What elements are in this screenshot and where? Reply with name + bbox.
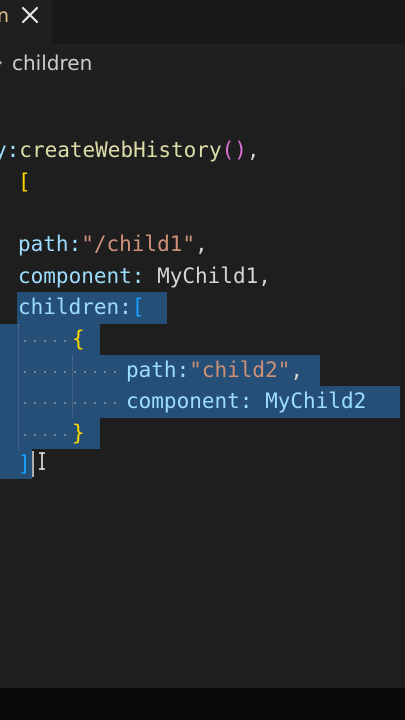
code-line-10: } [72, 421, 85, 445]
code-line-2: [ [18, 170, 31, 194]
code-editor[interactable]: y:createWebHistory(), [ path:"/child1", … [0, 84, 405, 688]
code-line-4: path:"/child1", [18, 232, 208, 256]
i-beam-cursor-icon [39, 452, 45, 470]
breadcrumb-item-children[interactable]: children [12, 51, 92, 75]
code-line-6: children:[ [18, 295, 145, 319]
whitespace-dots [20, 340, 70, 342]
code-line-8: path:"child2", [126, 358, 304, 382]
code-line-7: { [72, 327, 85, 351]
text-cursor [32, 451, 34, 477]
breadcrumb: › children [0, 44, 405, 84]
close-icon[interactable] [19, 4, 41, 26]
code-line-9: component: MyChild2 [126, 389, 367, 413]
indent-guide [72, 356, 73, 418]
editor-tab[interactable]: n [0, 0, 52, 44]
whitespace-dots [20, 371, 124, 373]
code-line-1: y:createWebHistory(), [0, 138, 260, 162]
breadcrumb-separator-icon: › [0, 52, 3, 73]
code-line-11: ] [18, 452, 31, 476]
tab-label: n [0, 5, 10, 27]
whitespace-dots [20, 402, 124, 404]
code-line-5: component: MyChild1, [18, 264, 271, 288]
bottom-bar [0, 688, 405, 720]
indent-guide [18, 324, 19, 450]
whitespace-dots [20, 434, 70, 436]
tab-bar: n [0, 0, 405, 44]
